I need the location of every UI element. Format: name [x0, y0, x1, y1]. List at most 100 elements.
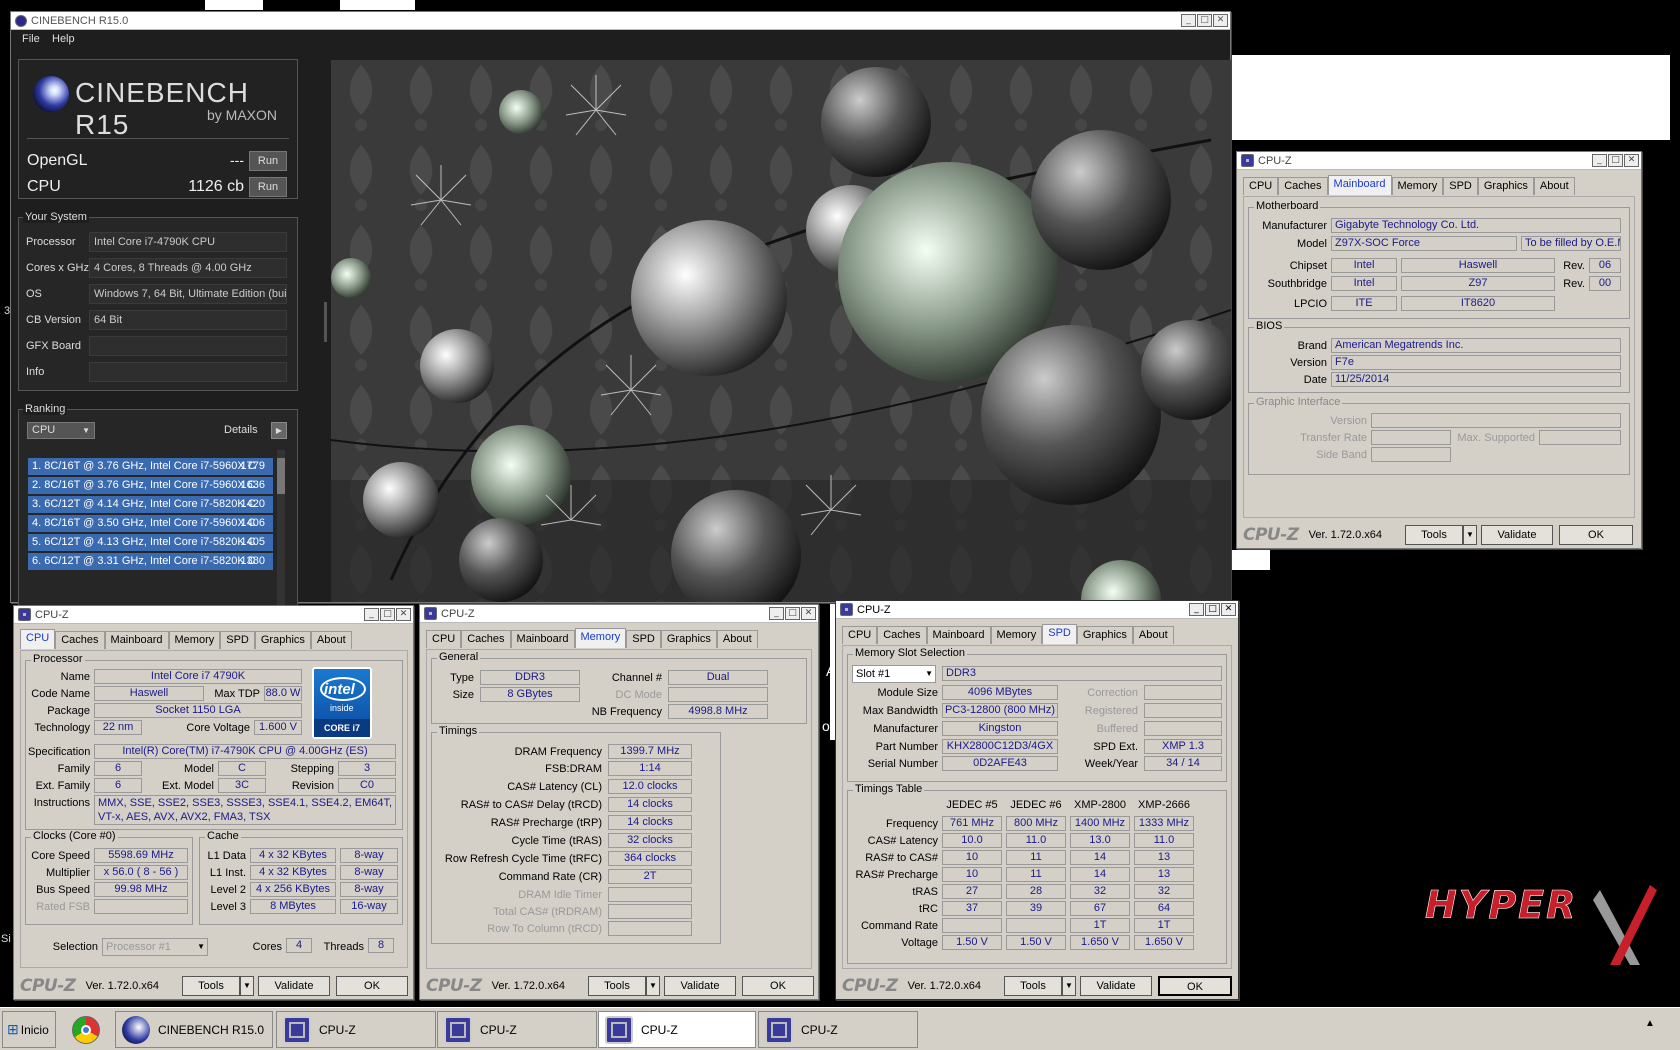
ok-button[interactable]: OK: [1158, 976, 1232, 996]
ranking-select[interactable]: CPU ▼: [27, 422, 95, 439]
tools-button[interactable]: Tools: [1004, 976, 1062, 996]
tab-cpu[interactable]: CPU: [20, 629, 56, 649]
tab-mainboard[interactable]: Mainboard: [510, 630, 575, 648]
details-arrow-icon[interactable]: ▶: [271, 422, 287, 439]
field-label: Specification: [28, 746, 91, 758]
taskbar-item-cpuz-active[interactable]: CPU-Z: [598, 1011, 756, 1048]
validate-button[interactable]: Validate: [1481, 525, 1553, 545]
tab-caches[interactable]: Caches: [877, 626, 927, 644]
tab-memory[interactable]: Memory: [574, 628, 627, 648]
minimize-button[interactable]: _: [1181, 14, 1196, 27]
cinebench-titlebar[interactable]: CINEBENCH R15.0 _ □ ✕: [11, 12, 1230, 30]
field-label: Selection: [52, 941, 98, 953]
taskbar-item-cpuz[interactable]: CPU-Z: [276, 1011, 436, 1048]
tab-spd[interactable]: SPD: [220, 631, 255, 649]
ranking-row[interactable]: 3. 6C/12T @ 4.14 GHz, Intel Core i7-5820…: [28, 496, 273, 513]
tab-about[interactable]: About: [310, 631, 352, 649]
cpuz-cpu-window: CPU-Z _ □ ✕ CPU Caches Mainboard Memory SP…: [13, 605, 414, 1000]
tab-cpu[interactable]: CPU: [842, 626, 878, 644]
tab-caches[interactable]: Caches: [461, 630, 511, 648]
minimize-button[interactable]: _: [769, 607, 784, 620]
maximize-button[interactable]: □: [785, 607, 800, 620]
slot-select[interactable]: Slot #1 ▼: [852, 665, 936, 683]
menu-file[interactable]: File: [22, 33, 40, 45]
close-button[interactable]: ✕: [801, 607, 816, 620]
timings-cell: 1.650 V: [1134, 935, 1194, 950]
tab-graphics[interactable]: Graphics: [1477, 177, 1534, 195]
validate-button[interactable]: Validate: [1080, 976, 1152, 996]
close-button[interactable]: ✕: [1213, 14, 1228, 27]
tab-mainboard[interactable]: Mainboard: [104, 631, 169, 649]
validate-button[interactable]: Validate: [258, 976, 330, 996]
cpuz-titlebar[interactable]: CPU-Z _ □ ✕: [836, 601, 1238, 619]
start-button[interactable]: ⊞ Inicio: [2, 1011, 56, 1048]
cpuz-titlebar[interactable]: CPU-Z _ □ ✕: [1237, 152, 1641, 170]
field-label: Core Voltage: [186, 722, 250, 734]
ranking-row[interactable]: 4. 8C/16T @ 3.50 GHz, Intel Core i7-5960…: [28, 515, 273, 532]
maximize-button[interactable]: □: [1608, 154, 1623, 167]
tab-graphics[interactable]: Graphics: [1076, 626, 1133, 644]
timings-table-group: Timings Table JEDEC #5 JEDEC #6 XMP-2800…: [847, 783, 1227, 964]
ok-button[interactable]: OK: [336, 976, 408, 996]
menu-help[interactable]: Help: [52, 33, 75, 45]
opengl-run-button[interactable]: Run: [249, 151, 287, 171]
ranking-scrollbar[interactable]: [277, 450, 285, 608]
tab-cpu[interactable]: CPU: [1243, 177, 1279, 195]
ok-button[interactable]: OK: [1559, 525, 1633, 545]
taskbar-item-cpuz[interactable]: CPU-Z: [437, 1011, 597, 1048]
tab-about[interactable]: About: [1132, 626, 1174, 644]
chevron-down-icon[interactable]: ▼: [646, 976, 660, 996]
validate-button[interactable]: Validate: [664, 976, 736, 996]
l3-value: 8 MBytes: [250, 899, 336, 914]
chevron-down-icon[interactable]: ▼: [1463, 525, 1477, 545]
minimize-button[interactable]: _: [1592, 154, 1607, 167]
tools-button[interactable]: Tools: [182, 976, 240, 996]
tab-graphics[interactable]: Graphics: [660, 630, 717, 648]
tab-caches[interactable]: Caches: [55, 631, 105, 649]
cpuz-titlebar[interactable]: CPU-Z _ □ ✕: [14, 606, 413, 624]
ok-button[interactable]: OK: [742, 976, 814, 996]
tab-about[interactable]: About: [1533, 177, 1575, 195]
chevron-down-icon[interactable]: ▼: [240, 976, 254, 996]
taskbar-item-cpuz[interactable]: CPU-Z: [758, 1011, 918, 1048]
close-button[interactable]: ✕: [1221, 603, 1236, 616]
model-value: C: [218, 761, 266, 776]
tab-cpu[interactable]: CPU: [426, 630, 462, 648]
processor-select[interactable]: Processor #1 ▼: [102, 938, 208, 956]
tab-spd[interactable]: SPD: [626, 630, 661, 648]
tab-memory[interactable]: Memory: [990, 626, 1043, 644]
tab-about[interactable]: About: [716, 630, 758, 648]
minimize-button[interactable]: _: [364, 608, 379, 621]
tab-memory[interactable]: Memory: [168, 631, 221, 649]
maximize-button[interactable]: □: [1205, 603, 1220, 616]
cpu-run-button[interactable]: Run: [249, 177, 287, 197]
tools-button[interactable]: Tools: [588, 976, 646, 996]
close-button[interactable]: ✕: [1624, 154, 1639, 167]
cpuz-app-icon: [765, 1015, 793, 1044]
chrome-icon[interactable]: [72, 1016, 100, 1044]
tab-spd[interactable]: SPD: [1443, 177, 1478, 195]
maximize-button[interactable]: □: [1197, 14, 1212, 27]
minimize-button[interactable]: _: [1189, 603, 1204, 616]
chevron-up-icon[interactable]: ▲: [1643, 1018, 1657, 1040]
cpuz-titlebar[interactable]: CPU-Z _ □ ✕: [420, 605, 818, 623]
timings-cell: 1.50 V: [942, 935, 1002, 950]
scrollbar-thumb[interactable]: [277, 458, 285, 494]
chevron-down-icon[interactable]: ▼: [1062, 976, 1076, 996]
tab-spd[interactable]: SPD: [1042, 624, 1077, 644]
close-button[interactable]: ✕: [396, 608, 411, 621]
ranking-row[interactable]: 2. 8C/16T @ 3.76 GHz, Intel Core i7-5960…: [28, 477, 273, 494]
tab-caches[interactable]: Caches: [1278, 177, 1328, 195]
tab-graphics[interactable]: Graphics: [254, 631, 311, 649]
details-label[interactable]: Details: [224, 424, 258, 436]
tab-mainboard[interactable]: Mainboard: [926, 626, 991, 644]
ranking-row[interactable]: 1. 8C/16T @ 3.76 GHz, Intel Core i7-5960…: [28, 458, 273, 475]
ranking-row[interactable]: 5. 6C/12T @ 4.13 GHz, Intel Core i7-5820…: [28, 534, 273, 551]
panel-splitter[interactable]: [324, 302, 327, 342]
taskbar-item-cinebench[interactable]: CINEBENCH R15.0: [115, 1011, 273, 1048]
tab-mainboard[interactable]: Mainboard: [1327, 175, 1392, 195]
ranking-row[interactable]: 6. 6C/12T @ 3.31 GHz, Intel Core i7-5820…: [28, 553, 273, 570]
maximize-button[interactable]: □: [380, 608, 395, 621]
tab-memory[interactable]: Memory: [1391, 177, 1444, 195]
tools-button[interactable]: Tools: [1405, 525, 1463, 545]
